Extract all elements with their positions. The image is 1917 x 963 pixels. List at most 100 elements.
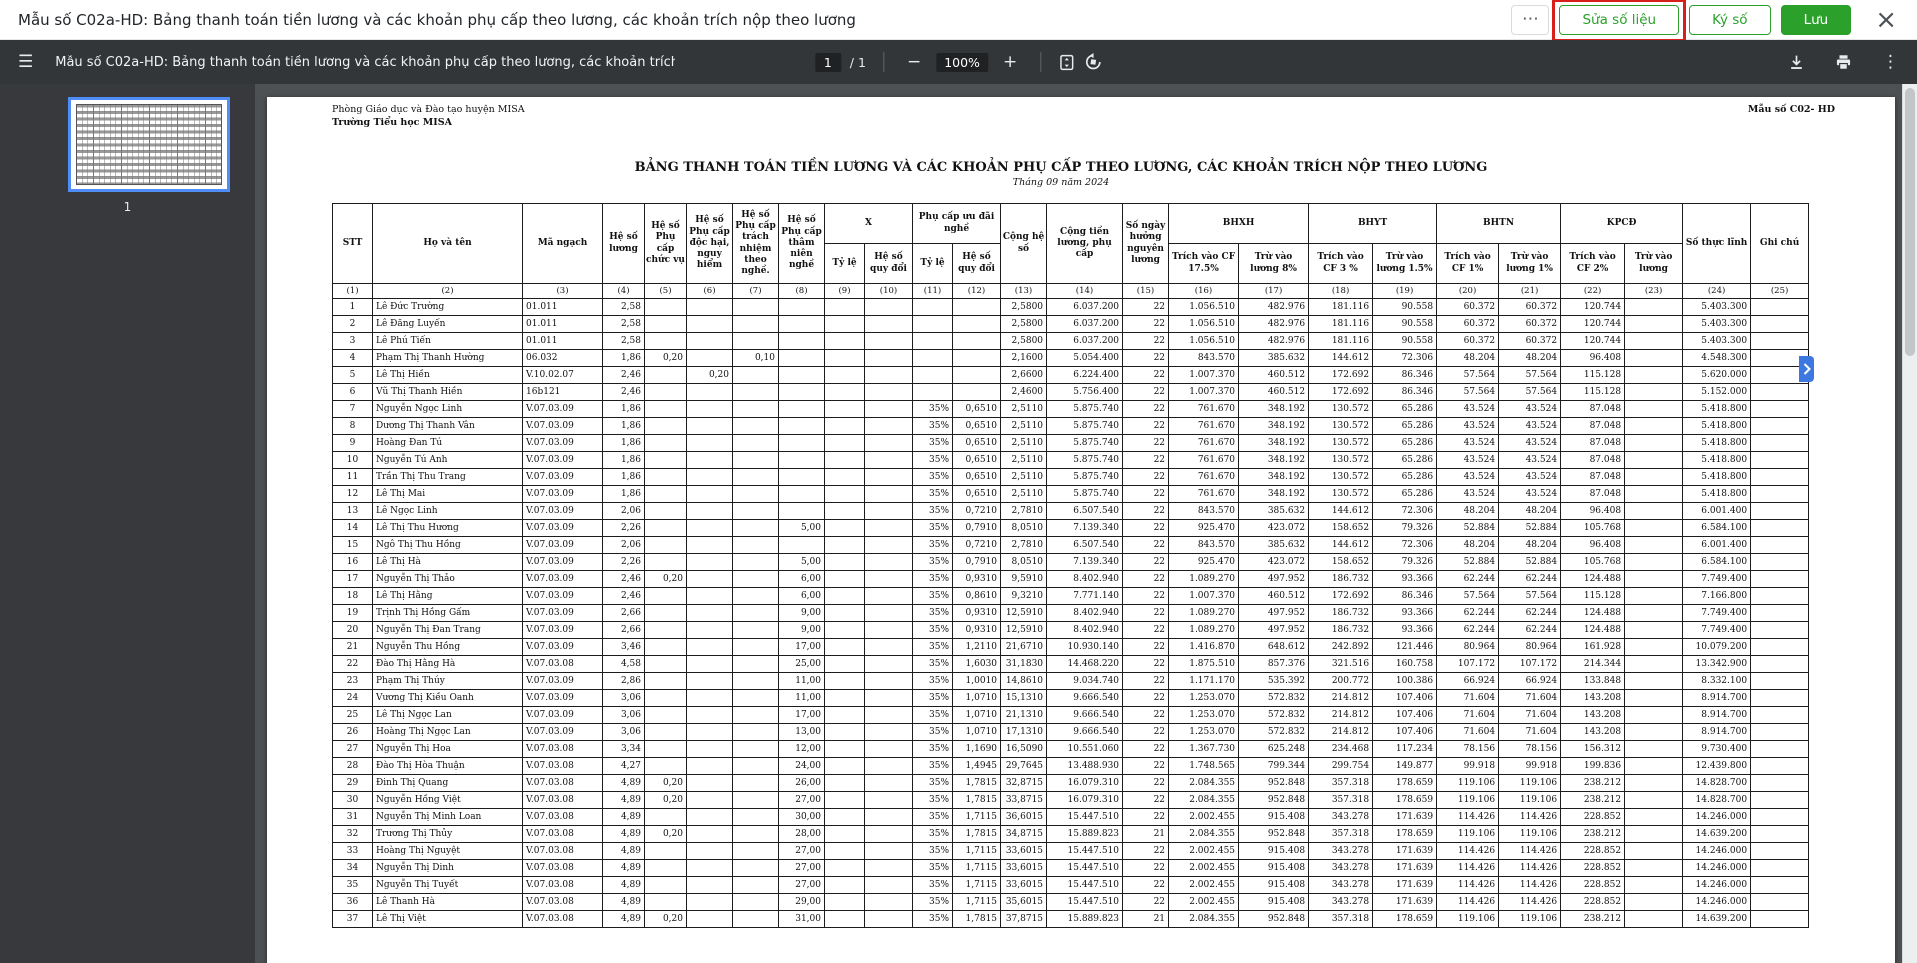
col-uudai-quydoi: Hệ số quy đổi bbox=[952, 243, 1002, 284]
expand-panel-tab[interactable] bbox=[1799, 356, 1814, 382]
more-options-button[interactable]: ⋯ bbox=[1511, 4, 1550, 35]
col-x-tyle: Tỷ lệ bbox=[824, 243, 865, 284]
toolbar-divider bbox=[882, 52, 884, 72]
col-bhtn-cf: Trích vào CF 1% bbox=[1436, 243, 1500, 284]
document-title: BẢNG THANH TOÁN TIỀN LƯƠNG VÀ CÁC KHOẢN … bbox=[634, 160, 1488, 175]
thumbnail-page-number: 1 bbox=[123, 200, 132, 214]
table-row: 13 Lê Ngọc Linh V.07.03.09 2,06 35% 0,7210 2,7… bbox=[332, 502, 1810, 520]
table-row: 34 Nguyễn Thị Dinh V.07.03.08 4,89 27,00 35% 1… bbox=[332, 859, 1810, 877]
rotate-icon[interactable] bbox=[1084, 53, 1102, 71]
column-number: (19) bbox=[1372, 283, 1438, 299]
col-bhyt-cf: Trích vào CF 3 % bbox=[1308, 243, 1374, 284]
table-row: 26 Hoàng Thị Ngọc Lan V.07.03.09 3,06 13,00 3… bbox=[332, 723, 1810, 741]
table-row: 25 Lê Thị Ngọc Lan V.07.03.09 3,06 17,00 35% 1… bbox=[332, 706, 1810, 724]
col-bhtn-luong: Trừ vào lương 1% bbox=[1498, 243, 1562, 284]
org-line-1: Phòng Giáo dục và Đào tạo huyện MISA bbox=[332, 104, 525, 115]
column-number: (21) bbox=[1498, 283, 1562, 299]
column-number: (17) bbox=[1238, 283, 1310, 299]
print-icon[interactable] bbox=[1835, 54, 1852, 71]
column-numbers-row: (1) (2) (3) (4) (5) (6) (7) (8) (9) (10) (11) (12)(… bbox=[332, 283, 1810, 299]
close-icon[interactable]: × bbox=[1869, 6, 1903, 34]
thumbnail-sidebar: 1 bbox=[0, 84, 255, 963]
table-row: 37 Lê Thị Việt V.07.03.08 4,89 0,20 31,00 35% 1… bbox=[332, 910, 1810, 928]
download-icon[interactable] bbox=[1788, 54, 1805, 71]
table-row: 30 Nguyễn Hồng Việt V.07.03.08 4,89 0,20 27,0… bbox=[332, 791, 1810, 809]
table-row: 21 Nguyễn Thu Hồng V.07.03.09 3,46 17,00 35% 1… bbox=[332, 638, 1810, 656]
pdf-viewer: Phòng Giáo dục và Đào tạo huyện MISA Trư… bbox=[255, 84, 1917, 963]
table-row: 9 Hoàng Đan Tú V.07.03.09 1,86 35% 0,6510 2,51… bbox=[332, 434, 1810, 452]
table-row: 4 Phạm Thị Thanh Hường 06.032 1,86 0,20 0,10 2… bbox=[332, 349, 1810, 367]
column-number: (12) bbox=[952, 283, 1002, 299]
column-number: (18) bbox=[1308, 283, 1374, 299]
table-row: 24 Vương Thị Kiều Oanh V.07.03.09 3,06 11,00… bbox=[332, 689, 1810, 707]
table-row: 33 Hoàng Thị Nguyệt V.07.03.08 4,89 27,00 35%… bbox=[332, 842, 1810, 860]
table-row: 32 Trương Thị Thủy V.07.03.08 4,89 0,20 28,00… bbox=[332, 825, 1810, 843]
column-number: (13) bbox=[1000, 283, 1048, 299]
table-row: 36 Lê Thanh Hà V.07.03.08 4,89 29,00 35% 1,711… bbox=[332, 893, 1810, 911]
column-number: (23) bbox=[1624, 283, 1684, 299]
table-row: 14 Lê Thị Thu Hương V.07.03.09 2,26 5,00 35% 0… bbox=[332, 519, 1810, 537]
column-number: (8) bbox=[778, 283, 825, 299]
page-number-input[interactable]: 1 bbox=[814, 52, 841, 72]
zoom-in-button[interactable]: + bbox=[997, 52, 1023, 72]
menu-icon[interactable]: ☰ bbox=[18, 52, 33, 72]
page-thumbnail[interactable] bbox=[68, 97, 230, 192]
column-number: (11) bbox=[912, 283, 954, 299]
col-hs-luong: Hệ số lương bbox=[602, 203, 645, 284]
table-row: 18 Lê Thị Hằng V.07.03.09 2,46 6,00 35% 0,8610… bbox=[332, 587, 1810, 605]
pdf-toolbar: ☰ Mẫu số C02a-HD: Bảng thanh toán tiền l… bbox=[0, 40, 1917, 84]
col-cong-heso: Cộng hệ số bbox=[1000, 203, 1048, 284]
col-group-bhyt: BHYT bbox=[1308, 203, 1438, 244]
column-number: (2) bbox=[372, 283, 523, 299]
org-line-2: Trường Tiểu học MISA bbox=[332, 117, 452, 128]
pdf-doc-title: Mẫu số C02a-HD: Bảng thanh toán tiền lươ… bbox=[55, 54, 676, 70]
toolbar-divider bbox=[1040, 52, 1042, 72]
column-number: (20) bbox=[1436, 283, 1500, 299]
column-number: (6) bbox=[686, 283, 733, 299]
document-subtitle: Tháng 09 năm 2024 bbox=[1012, 177, 1110, 188]
fit-page-icon[interactable] bbox=[1058, 54, 1075, 71]
table-row: 20 Nguyễn Thị Đan Trang V.07.03.09 2,66 9,00… bbox=[332, 621, 1810, 639]
col-code: Mã ngạch bbox=[522, 203, 603, 284]
table-row: 35 Nguyễn Thị Tuyết V.07.03.08 4,89 27,00 35%… bbox=[332, 876, 1810, 894]
page-total-label: / 1 bbox=[849, 54, 866, 70]
col-so-thuclinh: Số thực lĩnh bbox=[1682, 203, 1752, 284]
col-stt: STT bbox=[332, 203, 373, 284]
save-button[interactable]: Lưu bbox=[1780, 4, 1852, 35]
kebab-menu-icon[interactable]: ⋮ bbox=[1882, 52, 1899, 72]
column-number: (7) bbox=[732, 283, 779, 299]
col-group-bhxh: BHXH bbox=[1168, 203, 1310, 244]
scrollbar-thumb[interactable] bbox=[1905, 88, 1915, 356]
table-row: 8 Dương Thị Thanh Vân V.07.03.09 1,86 35% 0,6… bbox=[332, 417, 1810, 435]
col-bhxh-cf: Trích vào CF 17.5% bbox=[1168, 243, 1240, 284]
column-number: (5) bbox=[644, 283, 687, 299]
table-row: 12 Lê Thị Mai V.07.03.09 1,86 35% 0,6510 2,511… bbox=[332, 485, 1810, 503]
vertical-scrollbar bbox=[1902, 84, 1917, 963]
titlebar-actions: ⋯ Sửa số liệu Ký số Lưu × bbox=[1511, 0, 1903, 42]
column-number: (22) bbox=[1560, 283, 1626, 299]
col-ghi-chu: Ghi chú bbox=[1750, 203, 1810, 284]
table-row: 16 Lê Thị Hà V.07.03.09 2,26 5,00 35% 0,7910 8,… bbox=[332, 553, 1810, 571]
table-row: 11 Trần Thị Thu Trang V.07.03.09 1,86 35% 0,6… bbox=[332, 468, 1810, 486]
zoom-out-button[interactable]: − bbox=[901, 52, 927, 72]
column-number: (16) bbox=[1168, 283, 1240, 299]
thumbnail-preview bbox=[76, 104, 222, 185]
col-kpcd-cf: Trích vào CF 2% bbox=[1560, 243, 1626, 284]
column-number: (1) bbox=[332, 283, 373, 299]
table-row: 27 Nguyễn Thị Hoa V.07.03.08 3,34 12,00 35% 1,… bbox=[332, 740, 1810, 758]
form-code: Mẫu số C02- HD bbox=[1747, 104, 1835, 115]
table-row: 23 Phạm Thị Thúy V.07.03.09 2,86 11,00 35% 1,0… bbox=[332, 672, 1810, 690]
pdf-content-area: 1 Phòng Giáo dục và Đào tạo huyện MISA T… bbox=[0, 84, 1917, 963]
col-kpcd-luong: Trừ vào lương bbox=[1624, 243, 1684, 284]
column-number: (3) bbox=[522, 283, 603, 299]
salary-table: STT Họ và tên Mã ngạch Hệ số lương Hệ số… bbox=[332, 203, 1810, 928]
table-row: 31 Nguyễn Thị Minh Loan V.07.03.08 4,89 30,0… bbox=[332, 808, 1810, 826]
digital-sign-button[interactable]: Ký số bbox=[1689, 4, 1771, 35]
table-row: 15 Ngô Thị Thu Hồng V.07.03.09 2,06 35% 0,721… bbox=[332, 536, 1810, 554]
table-row: 29 Đinh Thị Quang V.07.03.08 4,89 0,20 26,00 3… bbox=[332, 774, 1810, 792]
table-row: 22 Đào Thị Hằng Hà V.07.03.08 4,58 25,00 35% 1… bbox=[332, 655, 1810, 673]
edit-data-button[interactable]: Sửa số liệu bbox=[1559, 4, 1680, 35]
table-row: 1 Lê Đức Trường 01.011 2,58 2,5800 6.037.200 2… bbox=[332, 298, 1810, 316]
pdf-page-controls: 1 / 1 − 100% + bbox=[814, 40, 1102, 84]
col-group-uudai: Phụ cấp ưu đãi nghề bbox=[912, 203, 1002, 244]
